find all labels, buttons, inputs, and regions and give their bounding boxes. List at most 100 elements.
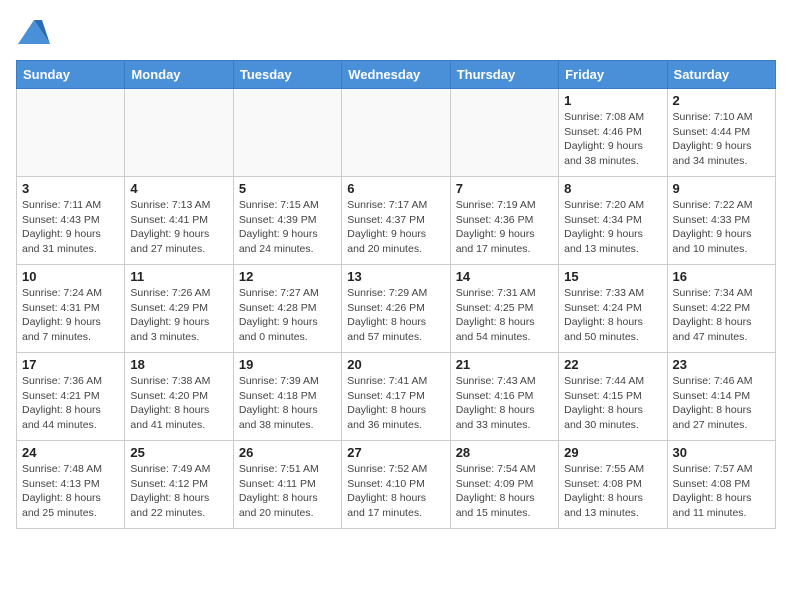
calendar-cell: 19 Sunrise: 7:39 AM Sunset: 4:18 PM Dayli… <box>233 353 341 441</box>
week-row-5: 24 Sunrise: 7:48 AM Sunset: 4:13 PM Dayli… <box>17 441 776 529</box>
calendar-cell: 26 Sunrise: 7:51 AM Sunset: 4:11 PM Dayli… <box>233 441 341 529</box>
logo-icon <box>16 16 52 52</box>
day-info: Sunrise: 7:36 AM Sunset: 4:21 PM Dayligh… <box>22 374 119 433</box>
calendar-cell: 13 Sunrise: 7:29 AM Sunset: 4:26 PM Dayli… <box>342 265 450 353</box>
day-info: Sunrise: 7:26 AM Sunset: 4:29 PM Dayligh… <box>130 286 227 345</box>
day-number: 26 <box>239 445 336 460</box>
day-header-sunday: Sunday <box>17 61 125 89</box>
day-info: Sunrise: 7:10 AM Sunset: 4:44 PM Dayligh… <box>673 110 770 169</box>
day-number: 27 <box>347 445 444 460</box>
day-info: Sunrise: 7:43 AM Sunset: 4:16 PM Dayligh… <box>456 374 553 433</box>
day-info: Sunrise: 7:51 AM Sunset: 4:11 PM Dayligh… <box>239 462 336 521</box>
week-row-3: 10 Sunrise: 7:24 AM Sunset: 4:31 PM Dayli… <box>17 265 776 353</box>
calendar-cell: 25 Sunrise: 7:49 AM Sunset: 4:12 PM Dayli… <box>125 441 233 529</box>
day-number: 21 <box>456 357 553 372</box>
calendar-cell: 22 Sunrise: 7:44 AM Sunset: 4:15 PM Dayli… <box>559 353 667 441</box>
calendar-cell: 10 Sunrise: 7:24 AM Sunset: 4:31 PM Dayli… <box>17 265 125 353</box>
day-info: Sunrise: 7:54 AM Sunset: 4:09 PM Dayligh… <box>456 462 553 521</box>
day-info: Sunrise: 7:27 AM Sunset: 4:28 PM Dayligh… <box>239 286 336 345</box>
day-info: Sunrise: 7:34 AM Sunset: 4:22 PM Dayligh… <box>673 286 770 345</box>
calendar-cell: 27Sunrise: 7:52 AM Sunset: 4:10 PM Dayli… <box>342 441 450 529</box>
day-number: 8 <box>564 181 661 196</box>
week-row-4: 17 Sunrise: 7:36 AM Sunset: 4:21 PM Dayli… <box>17 353 776 441</box>
calendar-cell: 28 Sunrise: 7:54 AM Sunset: 4:09 PM Dayli… <box>450 441 558 529</box>
days-of-week-row: SundayMondayTuesdayWednesdayThursdayFrid… <box>17 61 776 89</box>
day-number: 30 <box>673 445 770 460</box>
calendar-cell: 12 Sunrise: 7:27 AM Sunset: 4:28 PM Dayli… <box>233 265 341 353</box>
calendar-cell: 23 Sunrise: 7:46 AM Sunset: 4:14 PM Dayli… <box>667 353 775 441</box>
day-number: 5 <box>239 181 336 196</box>
day-number: 18 <box>130 357 227 372</box>
day-header-tuesday: Tuesday <box>233 61 341 89</box>
day-info: Sunrise: 7:55 AM Sunset: 4:08 PM Dayligh… <box>564 462 661 521</box>
day-info: Sunrise: 7:11 AM Sunset: 4:43 PM Dayligh… <box>22 198 119 257</box>
calendar-cell: 18 Sunrise: 7:38 AM Sunset: 4:20 PM Dayli… <box>125 353 233 441</box>
day-number: 3 <box>22 181 119 196</box>
day-info: Sunrise: 7:49 AM Sunset: 4:12 PM Dayligh… <box>130 462 227 521</box>
calendar-cell <box>233 89 341 177</box>
calendar-cell: 16 Sunrise: 7:34 AM Sunset: 4:22 PM Dayli… <box>667 265 775 353</box>
day-number: 7 <box>456 181 553 196</box>
week-row-2: 3 Sunrise: 7:11 AM Sunset: 4:43 PM Daylig… <box>17 177 776 265</box>
day-number: 2 <box>673 93 770 108</box>
calendar-cell: 15 Sunrise: 7:33 AM Sunset: 4:24 PM Dayli… <box>559 265 667 353</box>
day-number: 4 <box>130 181 227 196</box>
calendar-cell <box>17 89 125 177</box>
day-info: Sunrise: 7:29 AM Sunset: 4:26 PM Dayligh… <box>347 286 444 345</box>
calendar-cell: 29 Sunrise: 7:55 AM Sunset: 4:08 PM Dayli… <box>559 441 667 529</box>
day-number: 14 <box>456 269 553 284</box>
day-info: Sunrise: 7:24 AM Sunset: 4:31 PM Dayligh… <box>22 286 119 345</box>
calendar-cell: 1 Sunrise: 7:08 AM Sunset: 4:46 PM Daylig… <box>559 89 667 177</box>
calendar-cell: 2 Sunrise: 7:10 AM Sunset: 4:44 PM Daylig… <box>667 89 775 177</box>
day-number: 19 <box>239 357 336 372</box>
day-number: 6 <box>347 181 444 196</box>
day-number: 22 <box>564 357 661 372</box>
day-number: 20 <box>347 357 444 372</box>
calendar-cell: 7 Sunrise: 7:19 AM Sunset: 4:36 PM Daylig… <box>450 177 558 265</box>
day-info: Sunrise: 7:13 AM Sunset: 4:41 PM Dayligh… <box>130 198 227 257</box>
calendar-cell: 4 Sunrise: 7:13 AM Sunset: 4:41 PM Daylig… <box>125 177 233 265</box>
header <box>16 16 776 52</box>
day-info: Sunrise: 7:44 AM Sunset: 4:15 PM Dayligh… <box>564 374 661 433</box>
day-info: Sunrise: 7:38 AM Sunset: 4:20 PM Dayligh… <box>130 374 227 433</box>
day-number: 16 <box>673 269 770 284</box>
calendar-cell: 17 Sunrise: 7:36 AM Sunset: 4:21 PM Dayli… <box>17 353 125 441</box>
day-number: 28 <box>456 445 553 460</box>
calendar-cell <box>125 89 233 177</box>
week-row-1: 1 Sunrise: 7:08 AM Sunset: 4:46 PM Daylig… <box>17 89 776 177</box>
day-info: Sunrise: 7:39 AM Sunset: 4:18 PM Dayligh… <box>239 374 336 433</box>
day-number: 13 <box>347 269 444 284</box>
calendar-cell: 5 Sunrise: 7:15 AM Sunset: 4:39 PM Daylig… <box>233 177 341 265</box>
calendar-cell: 8 Sunrise: 7:20 AM Sunset: 4:34 PM Daylig… <box>559 177 667 265</box>
day-info: Sunrise: 7:17 AM Sunset: 4:37 PM Dayligh… <box>347 198 444 257</box>
day-header-monday: Monday <box>125 61 233 89</box>
day-number: 12 <box>239 269 336 284</box>
calendar-cell: 3 Sunrise: 7:11 AM Sunset: 4:43 PM Daylig… <box>17 177 125 265</box>
day-number: 24 <box>22 445 119 460</box>
day-number: 15 <box>564 269 661 284</box>
day-info: Sunrise: 7:46 AM Sunset: 4:14 PM Dayligh… <box>673 374 770 433</box>
day-number: 29 <box>564 445 661 460</box>
calendar-cell: 30 Sunrise: 7:57 AM Sunset: 4:08 PM Dayli… <box>667 441 775 529</box>
day-info: Sunrise: 7:22 AM Sunset: 4:33 PM Dayligh… <box>673 198 770 257</box>
day-info: Sunrise: 7:41 AM Sunset: 4:17 PM Dayligh… <box>347 374 444 433</box>
day-info: Sunrise: 7:33 AM Sunset: 4:24 PM Dayligh… <box>564 286 661 345</box>
day-number: 17 <box>22 357 119 372</box>
calendar-cell <box>450 89 558 177</box>
day-info: Sunrise: 7:20 AM Sunset: 4:34 PM Dayligh… <box>564 198 661 257</box>
day-info: Sunrise: 7:48 AM Sunset: 4:13 PM Dayligh… <box>22 462 119 521</box>
day-info: Sunrise: 7:08 AM Sunset: 4:46 PM Dayligh… <box>564 110 661 169</box>
day-header-saturday: Saturday <box>667 61 775 89</box>
day-info: Sunrise: 7:19 AM Sunset: 4:36 PM Dayligh… <box>456 198 553 257</box>
day-number: 1 <box>564 93 661 108</box>
calendar-cell: 14Sunrise: 7:31 AM Sunset: 4:25 PM Dayli… <box>450 265 558 353</box>
day-info: Sunrise: 7:15 AM Sunset: 4:39 PM Dayligh… <box>239 198 336 257</box>
day-info: Sunrise: 7:57 AM Sunset: 4:08 PM Dayligh… <box>673 462 770 521</box>
calendar-cell: 24 Sunrise: 7:48 AM Sunset: 4:13 PM Dayli… <box>17 441 125 529</box>
day-header-friday: Friday <box>559 61 667 89</box>
day-number: 10 <box>22 269 119 284</box>
calendar-cell: 9Sunrise: 7:22 AM Sunset: 4:33 PM Daylig… <box>667 177 775 265</box>
day-number: 23 <box>673 357 770 372</box>
day-number: 25 <box>130 445 227 460</box>
calendar-cell: 11Sunrise: 7:26 AM Sunset: 4:29 PM Dayli… <box>125 265 233 353</box>
